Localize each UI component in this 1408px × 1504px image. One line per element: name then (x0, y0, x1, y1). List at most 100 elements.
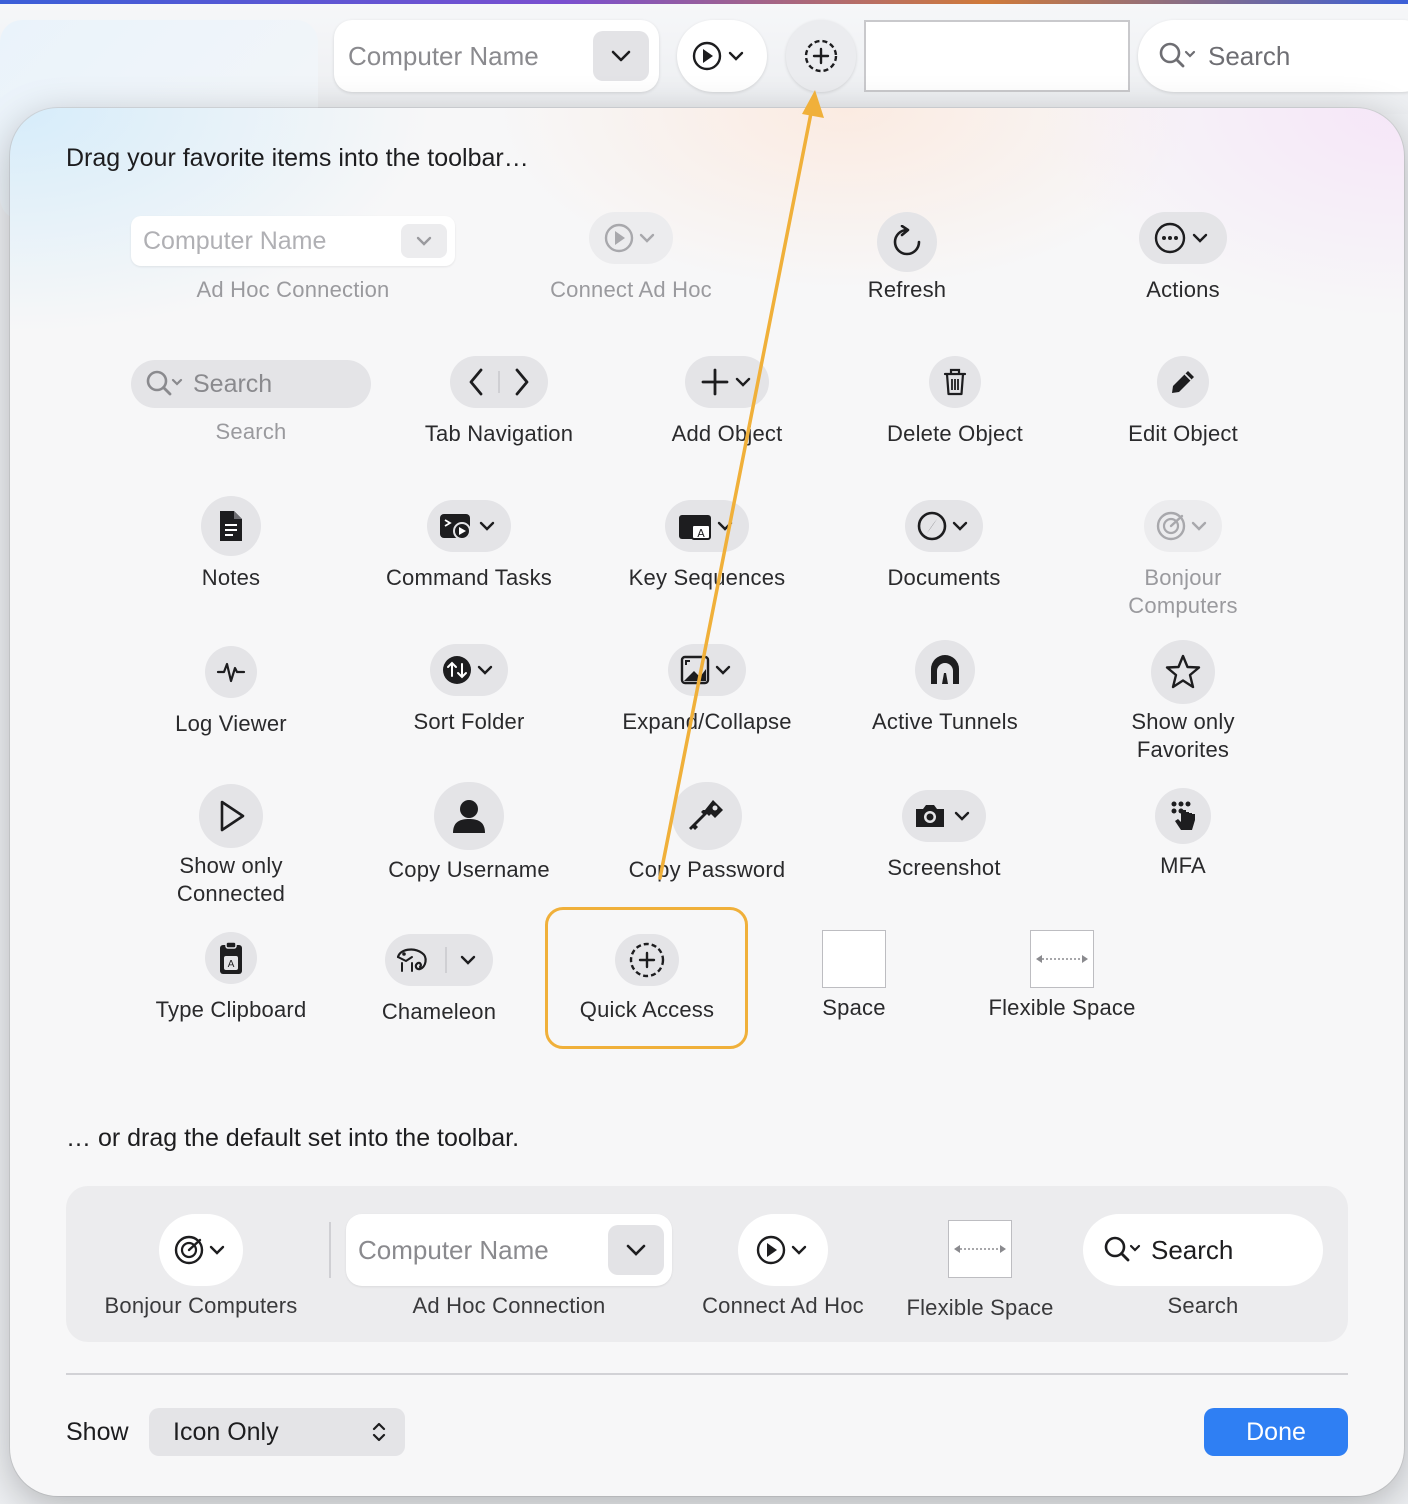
play-circle-icon (738, 1214, 828, 1286)
ad-hoc-placeholder: Computer Name (358, 1234, 549, 1265)
item-label: Chameleon (381, 999, 497, 1024)
play-circle-icon (692, 41, 744, 71)
palette-chameleon[interactable]: Chameleon (369, 934, 509, 1026)
palette-documents[interactable]: Documents (864, 500, 1024, 592)
sort-arrows-icon (430, 644, 508, 696)
camera-icon (902, 790, 986, 842)
keyboard-window-icon: A (665, 500, 749, 552)
ellipsis-circle-icon (1139, 212, 1227, 264)
svg-text:A: A (228, 959, 235, 970)
palette-delete-object[interactable]: Delete Object (875, 356, 1035, 448)
default-search: Search Search (1083, 1214, 1323, 1320)
svg-text:A: A (697, 527, 705, 540)
toolbar-quick-access-button[interactable] (786, 20, 856, 92)
item-label: Search (1167, 1293, 1239, 1318)
item-label: Delete Object (887, 421, 1023, 446)
palette-connect-ad-hoc[interactable]: Connect Ad Hoc (531, 212, 731, 304)
palette-key-sequences[interactable]: A Key Sequences (617, 500, 797, 592)
item-label: Sort Folder (413, 709, 525, 734)
footer-divider (66, 1373, 1348, 1375)
clipboard-icon: A (205, 932, 257, 984)
palette-copy-username[interactable]: Copy Username (379, 782, 559, 884)
key-icon (672, 782, 742, 850)
palette-screenshot[interactable]: Screenshot (864, 790, 1024, 882)
up-down-chevron-icon (372, 1422, 386, 1442)
item-label: Expand/Collapse (622, 709, 792, 734)
search-field-preview: Search (1083, 1214, 1323, 1286)
palette-space[interactable]: Space (794, 930, 914, 1022)
quick-access-icon (804, 39, 838, 73)
chevron-down-icon[interactable] (593, 31, 649, 81)
palette-mfa[interactable]: MFA (1123, 788, 1243, 880)
palette-show-only-connected[interactable]: Show only Connected (151, 784, 311, 908)
palette-edit-object[interactable]: Edit Object (1113, 356, 1253, 448)
item-label: Bonjour Computers (104, 1293, 298, 1318)
palette-log-viewer[interactable]: Log Viewer (161, 646, 301, 738)
palette-search[interactable]: Search Search (131, 360, 371, 446)
ad-hoc-combo-preview: Computer Name (346, 1214, 672, 1286)
tab-navigation-icon (450, 356, 548, 408)
chameleon-icon (385, 934, 493, 986)
item-label: Screenshot (887, 855, 1001, 880)
palette-notes[interactable]: Notes (171, 496, 291, 592)
palette-bonjour-computers[interactable]: Bonjour Computers (1103, 500, 1263, 620)
space-placeholder (822, 930, 886, 988)
show-label: Show (66, 1418, 129, 1446)
item-label: Refresh (867, 277, 947, 302)
palette-add-object[interactable]: Add Object (647, 356, 807, 448)
item-label: Copy Password (628, 857, 786, 882)
palette-copy-password[interactable]: Copy Password (617, 782, 797, 884)
expand-collapse-icon (668, 644, 746, 696)
default-flexible-space: Flexible Space (890, 1220, 1070, 1322)
search-placeholder: Search (1208, 40, 1291, 71)
bonjour-icon (1144, 500, 1222, 552)
palette-actions[interactable]: Actions (1123, 212, 1243, 304)
default-bonjour-computers: Bonjour Computers (91, 1214, 311, 1320)
toolbar-computer-name-combo[interactable]: Computer Name (334, 20, 659, 92)
palette-sort-folder[interactable]: Sort Folder (389, 644, 549, 736)
toolbar-connect-button[interactable] (677, 20, 767, 92)
palette-tab-navigation[interactable]: Tab Navigation (409, 356, 589, 448)
item-label: Notes (201, 565, 261, 590)
computer-name-placeholder: Computer Name (348, 40, 539, 71)
item-label: Bonjour Computers (1128, 565, 1238, 618)
palette-ad-hoc-connection[interactable]: Computer Name Ad Hoc Connection (131, 216, 455, 304)
plus-icon (685, 356, 769, 408)
done-button[interactable]: Done (1204, 1408, 1348, 1456)
palette-active-tunnels[interactable]: Active Tunnels (855, 640, 1035, 736)
item-label: Tab Navigation (424, 421, 574, 446)
palette-show-only-favorites[interactable]: Show only Favorites (1103, 640, 1263, 764)
document-icon (201, 496, 261, 556)
search-field-preview: Search (131, 360, 371, 408)
item-label: Connect Ad Hoc (702, 1293, 864, 1318)
bonjour-icon (159, 1214, 243, 1286)
item-label: Log Viewer (175, 711, 287, 736)
search-icon (1104, 1236, 1141, 1262)
default-set-heading: … or drag the default set into the toolb… (66, 1124, 520, 1152)
show-mode-value: Icon Only (173, 1417, 279, 1446)
item-label: Ad Hoc Connection (196, 277, 390, 302)
chevron-down-icon (608, 1225, 664, 1275)
item-label: Key Sequences (628, 565, 786, 590)
compass-icon (905, 500, 983, 552)
palette-refresh[interactable]: Refresh (847, 212, 967, 304)
default-connect-ad-hoc: Connect Ad Hoc (693, 1214, 873, 1320)
item-label: Active Tunnels (872, 709, 1018, 734)
palette-type-clipboard[interactable]: A Type Clipboard (141, 932, 321, 1024)
item-label: Ad Hoc Connection (412, 1293, 606, 1318)
toolbar-search-field[interactable]: Search (1138, 20, 1408, 92)
palette-flexible-space[interactable]: Flexible Space (972, 930, 1152, 1022)
trash-icon (929, 356, 981, 408)
toolbar-drop-placeholder (864, 20, 1130, 92)
terminal-play-icon (427, 500, 511, 552)
flexible-space-icon (948, 1220, 1012, 1278)
show-mode-popup[interactable]: Icon Only (149, 1408, 405, 1456)
default-ad-hoc-connection: Computer Name Ad Hoc Connection (346, 1214, 672, 1320)
refresh-icon (877, 212, 937, 272)
hand-keypad-icon (1155, 788, 1211, 844)
palette-command-tasks[interactable]: Command Tasks (379, 500, 559, 592)
flexible-space-icon (1030, 930, 1094, 988)
palette-expand-collapse[interactable]: Expand/Collapse (607, 644, 807, 736)
item-label: Actions (1146, 277, 1220, 302)
item-label: Edit Object (1128, 421, 1238, 446)
